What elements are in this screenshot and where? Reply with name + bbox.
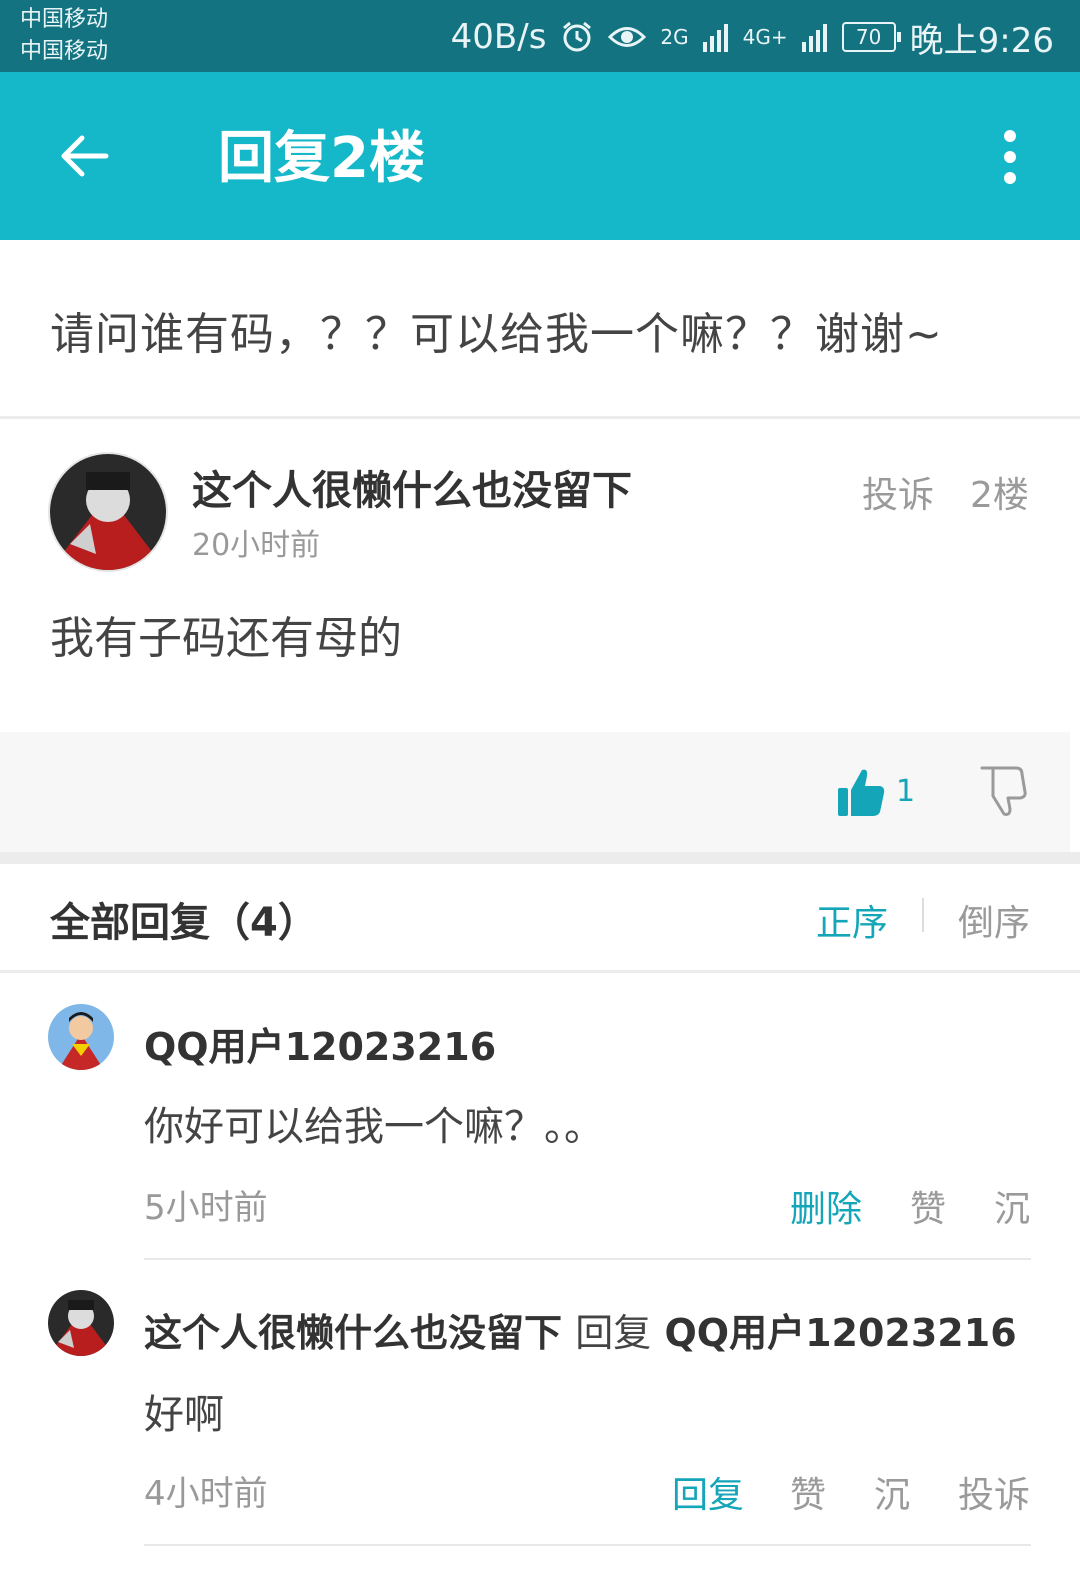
arrow-left-icon[interactable] <box>56 128 112 184</box>
section-divider <box>0 852 1080 864</box>
post-author-name[interactable]: 这个人很懒什么也没留下 <box>192 458 632 516</box>
like-count: 1 <box>896 774 916 809</box>
thumbs-up-icon[interactable] <box>836 766 886 818</box>
status-indicators: 40B/s 2G 4G+ 70 晚上9:26 <box>451 12 1054 62</box>
reply-avatar[interactable] <box>48 1290 114 1356</box>
sort-separator <box>922 898 924 932</box>
reply-divider <box>144 1544 1031 1546</box>
app-bar: 回复2楼 <box>0 72 1080 240</box>
signal-icon-2 <box>801 24 827 52</box>
avatar-image <box>48 1004 114 1070</box>
reply-author-name[interactable]: QQ用户12023216 <box>144 1016 496 1071</box>
network-type-2: 4G+ <box>742 25 788 49</box>
reply-timestamp: 4小时前 <box>144 1474 268 1514</box>
page-title: 回复2楼 <box>218 126 425 191</box>
status-bar: 中国移动 中国移动 40B/s 2G 4G+ 70 晚上9:26 <box>0 0 1080 72</box>
reply-button[interactable]: 回复 <box>672 1466 744 1518</box>
eye-icon <box>608 27 647 47</box>
avatar-image <box>50 454 166 570</box>
question-text: 请问谁有码，？？可以给我一个嘛？？谢谢~ <box>50 309 943 360</box>
sort-descending-button[interactable]: 倒序 <box>958 894 1030 946</box>
floor-number: 2楼 <box>970 475 1029 516</box>
downvote-button[interactable]: 沉 <box>874 1466 910 1518</box>
reply-target-name[interactable]: QQ用户12023216 <box>665 1311 1017 1355</box>
reply-body: 好啊 <box>144 1392 224 1438</box>
reply-divider <box>144 1258 1031 1260</box>
thumbs-down-icon[interactable] <box>978 764 1030 818</box>
downvote-button[interactable]: 沉 <box>994 1180 1030 1232</box>
more-vert-icon[interactable] <box>998 130 1022 184</box>
post-body: 我有子码还有母的 <box>50 613 402 664</box>
report-button[interactable]: 投诉 <box>862 466 934 518</box>
clock: 晚上9:26 <box>909 20 1054 61</box>
upvote-button[interactable]: 赞 <box>790 1466 826 1518</box>
avatar-image <box>48 1290 114 1356</box>
reply-timestamp: 5小时前 <box>144 1188 268 1228</box>
carrier-info: 中国移动 中国移动 <box>20 4 108 68</box>
sort-ascending-button[interactable]: 正序 <box>816 894 888 946</box>
network-speed: 40B/s <box>450 17 547 57</box>
replies-count-title: 全部回复（4） <box>50 900 318 946</box>
reply-to-label: 回复 <box>575 1311 652 1355</box>
post-timestamp: 20小时前 <box>192 528 321 563</box>
author-avatar[interactable] <box>48 452 168 572</box>
report-button[interactable]: 投诉 <box>958 1466 1030 1518</box>
signal-icon-1 <box>702 24 728 52</box>
reply-author-line: 这个人很懒什么也没留下 回复 QQ用户12023216 <box>144 1302 1017 1357</box>
divider <box>0 970 1080 973</box>
delete-button[interactable]: 删除 <box>790 1180 862 1232</box>
network-type-1: 2G <box>660 25 689 49</box>
reply-body: 你好可以给我一个嘛？。。 <box>144 1104 604 1150</box>
upvote-button[interactable]: 赞 <box>910 1180 946 1232</box>
reply-author-name[interactable]: 这个人很懒什么也没留下 <box>144 1311 562 1355</box>
alarm-icon <box>563 21 592 52</box>
carrier-1: 中国移动 <box>20 7 109 32</box>
reply-avatar[interactable] <box>48 1004 114 1070</box>
carrier-2: 中国移动 <box>20 39 109 64</box>
divider <box>0 416 1080 419</box>
battery-icon: 70 <box>841 22 901 52</box>
